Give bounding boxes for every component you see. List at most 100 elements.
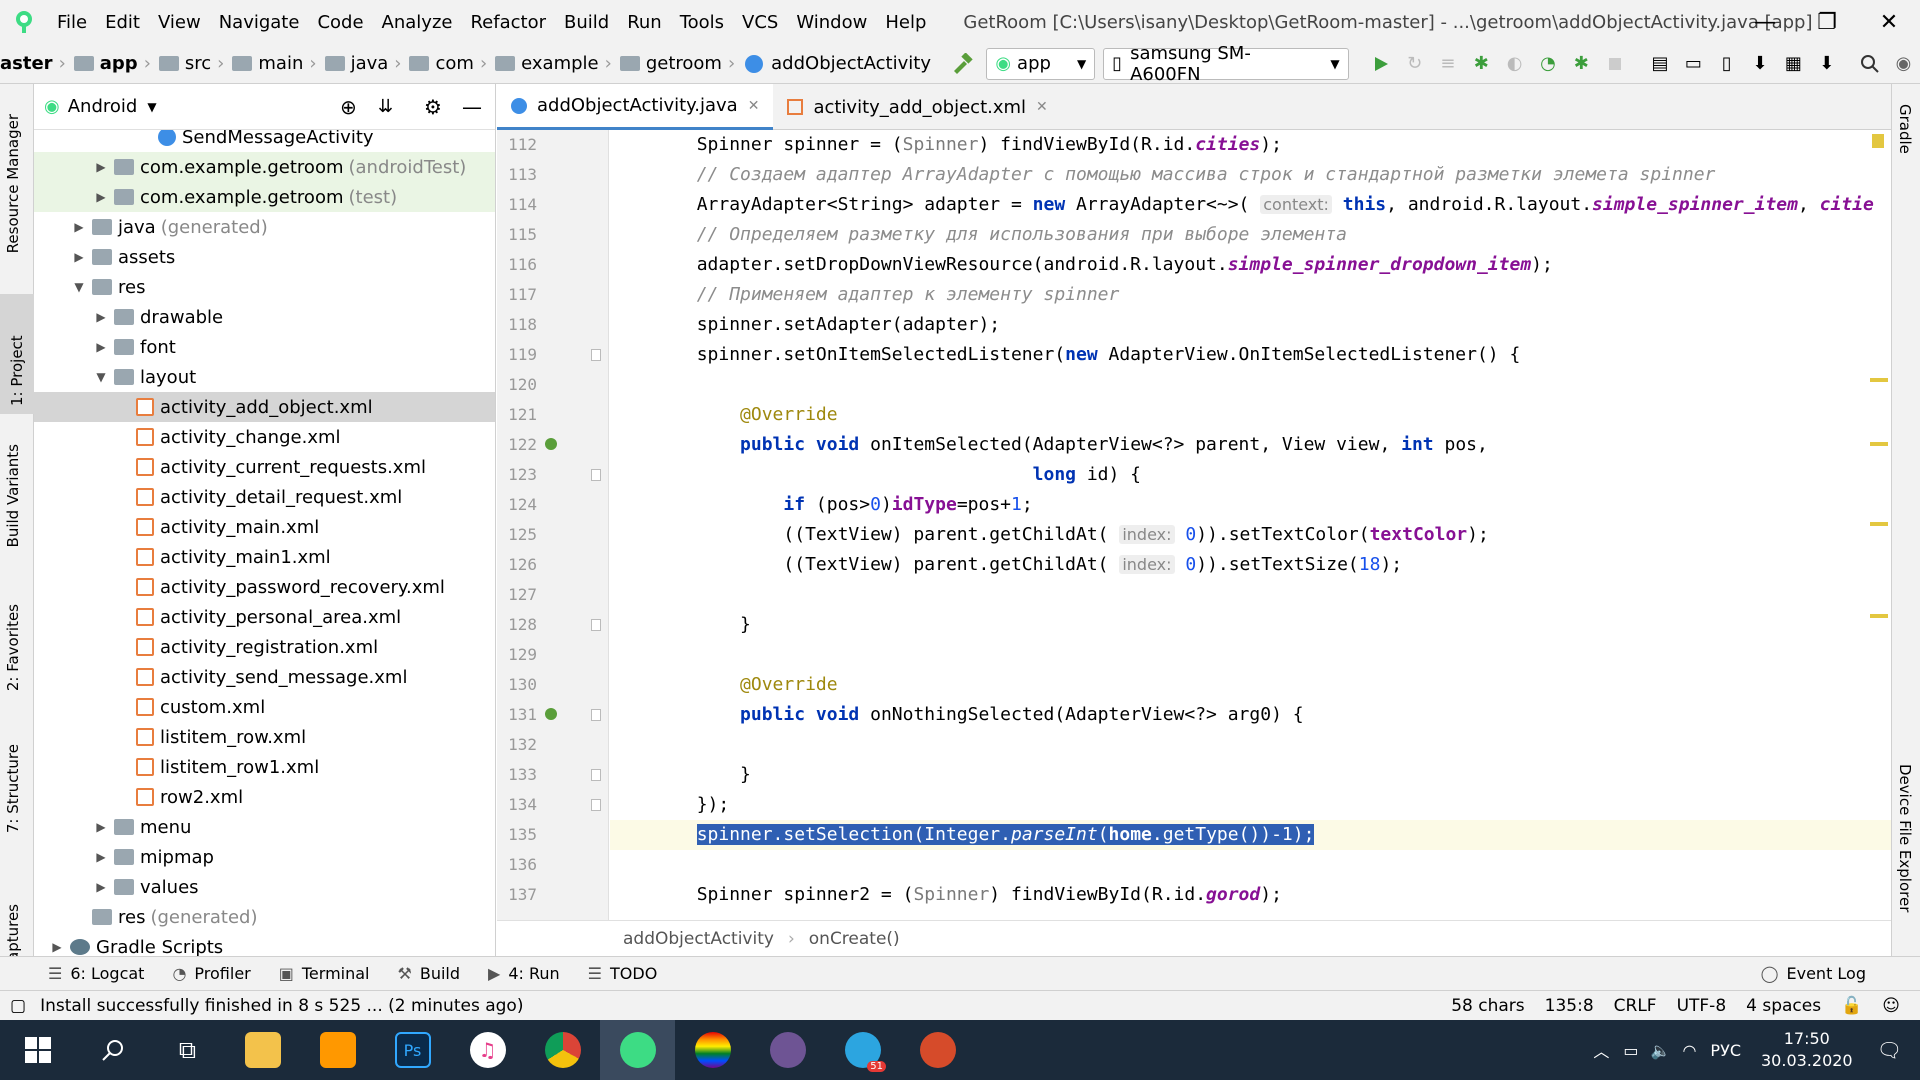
tree-item[interactable]: ▶ java (generated) [34,212,495,242]
hide-icon[interactable]: — [462,95,482,119]
menu-item-view[interactable]: View [149,12,210,33]
ccleaner-icon[interactable] [900,1020,975,1080]
code-line[interactable]: spinner.setOnItemSelectedListener(new Ad… [610,340,1891,370]
code-line[interactable]: ((TextView) parent.getChildAt( index: 0)… [610,520,1891,550]
tree-item[interactable]: row2.xml [34,782,495,812]
favorites-tab[interactable]: 2: Favorites [4,604,22,691]
tree-item[interactable]: custom.xml [34,692,495,722]
search-icon[interactable] [75,1020,150,1080]
code-line[interactable]: public void onNothingSelected(AdapterVie… [610,700,1891,730]
run-config-select[interactable]: ◉ app ▼ [986,47,1096,80]
menu-item-code[interactable]: Code [308,12,372,33]
tool-window-profiler[interactable]: ◔ Profiler [172,964,250,983]
tree-item[interactable]: activity_send_message.xml [34,662,495,692]
breadcrumb-item[interactable]: example › [487,53,612,74]
tree-item[interactable]: ▶ font [34,332,495,362]
expanded-arrow-icon[interactable]: ▼ [94,370,108,384]
code-line[interactable]: ArrayAdapter<String> adapter = new Array… [610,190,1891,220]
code-line[interactable]: Spinner spinner2 = (Spinner) findViewByI… [610,880,1891,910]
itunes-icon[interactable]: ♫ [450,1020,525,1080]
code-line[interactable]: Spinner spinner = (Spinner) findViewById… [610,130,1891,160]
code-line[interactable]: // Применяем адаптер к элементу spinner [610,280,1891,310]
event-log-button[interactable]: ◯ Event Log [1761,964,1866,983]
tree-item[interactable]: activity_main1.xml [34,542,495,572]
menu-item-help[interactable]: Help [876,12,935,33]
tree-item[interactable]: activity_registration.xml [34,632,495,662]
code-line[interactable]: }); [610,790,1891,820]
github-icon[interactable] [750,1020,825,1080]
code-line[interactable]: } [610,760,1891,790]
battery-icon[interactable]: ▭ [1623,1041,1638,1060]
minimize-icon[interactable]: — [1734,0,1796,44]
code-line[interactable]: // Определяем разметку для использования… [610,220,1891,250]
sublime-text-icon[interactable] [300,1020,375,1080]
sync-project-icon[interactable]: ▤ [1643,47,1676,81]
code-line[interactable]: spinner.setAdapter(adapter); [610,310,1891,340]
menu-item-tools[interactable]: Tools [671,12,733,33]
breadcrumb-item[interactable]: main › [224,53,317,74]
structure-tab[interactable]: 7: Structure [4,744,22,833]
lgbt-icon[interactable] [675,1020,750,1080]
collapsed-arrow-icon[interactable]: ▶ [94,340,108,354]
breadcrumb-method[interactable]: onCreate() [809,929,900,949]
debug-icon[interactable]: ✱ [1465,47,1498,81]
sdk-manager-icon[interactable]: ⬇ [1743,47,1776,81]
warning-marker[interactable] [1870,614,1888,618]
layout-inspector-icon[interactable]: ▭ [1677,47,1710,81]
tree-item[interactable]: ▶ values [34,872,495,902]
chevron-down-icon[interactable]: ▼ [147,100,156,114]
collapsed-arrow-icon[interactable]: ▶ [94,820,108,834]
tab-addobjectactivity-java[interactable]: addObjectActivity.java ✕ [497,84,774,130]
chrome-icon[interactable] [525,1020,600,1080]
inspector-icon[interactable]: ☺ [1882,996,1900,1016]
breadcrumb-item[interactable]: src › [151,53,224,74]
android-studio-icon[interactable] [600,1020,675,1080]
tree-item[interactable]: activity_detail_request.xml [34,482,495,512]
collapsed-arrow-icon[interactable]: ▶ [94,880,108,894]
tree-item[interactable]: ▶ com.example.getroom (test) [34,182,495,212]
breadcrumb-item[interactable]: addObjectActivity [735,53,931,74]
breadcrumb-item[interactable]: aster › [0,53,66,74]
code-line[interactable] [610,580,1891,610]
expanded-arrow-icon[interactable]: ▼ [72,280,86,294]
code-line[interactable]: public void onItemSelected(AdapterView<?… [610,430,1891,460]
avd-manager-icon[interactable]: ▯ [1710,47,1743,81]
breadcrumb-item[interactable]: java › [317,53,401,74]
notifications-icon[interactable]: 🗨 [1877,1038,1902,1062]
project-structure-icon[interactable]: ▦ [1777,47,1810,81]
override-method-icon[interactable] [545,438,557,450]
tool-window-run[interactable]: ▶ 4: Run [488,964,560,983]
menu-item-vcs[interactable]: VCS [733,12,787,33]
collapse-all-icon[interactable]: ⇊ [378,96,393,117]
language-indicator[interactable]: РУС [1710,1041,1741,1060]
code-line[interactable]: long id) { [610,460,1891,490]
stop-icon[interactable] [1598,47,1631,81]
code-line[interactable]: // Создаем адаптер ArrayAdapter с помощь… [610,160,1891,190]
lock-icon[interactable]: 🔓 [1841,996,1862,1016]
clock[interactable]: 17:50 30.03.2020 [1761,1028,1853,1072]
code-line[interactable]: adapter.setDropDownViewResource(android.… [610,250,1891,280]
gradle-tab[interactable]: Gradle [1896,104,1914,154]
android-icon[interactable]: ◉ [1887,47,1920,81]
tree-item[interactable]: activity_change.xml [34,422,495,452]
close-icon[interactable]: ✕ [748,98,760,114]
telegram-icon[interactable]: 51 [825,1020,900,1080]
tab-activity-add-object-xml[interactable]: activity_add_object.xml ✕ [773,84,1061,130]
device-file-explorer-tab[interactable]: Device File Explorer [1896,764,1914,912]
collapsed-arrow-icon[interactable]: ▶ [50,940,64,954]
close-icon[interactable]: ✕ [1858,0,1920,44]
fold-icon[interactable] [591,769,601,781]
sdk-download-icon[interactable]: ⬇ [1810,47,1843,81]
code-line[interactable]: @Override [610,400,1891,430]
file-explorer-icon[interactable] [225,1020,300,1080]
collapsed-arrow-icon[interactable]: ▶ [94,850,108,864]
attach-debugger-icon[interactable]: ◔ [1531,47,1564,81]
tree-item[interactable]: ▼ res [34,272,495,302]
code-line[interactable]: ((TextView) parent.getChildAt( index: 0)… [610,550,1891,580]
menu-item-file[interactable]: File [48,12,96,33]
tree-item[interactable]: listitem_row.xml [34,722,495,752]
fold-icon[interactable] [591,469,601,481]
captures-tab[interactable]: aptures [4,904,22,961]
tree-item[interactable]: activity_add_object.xml [34,392,495,422]
tree-item[interactable]: ▼ layout [34,362,495,392]
